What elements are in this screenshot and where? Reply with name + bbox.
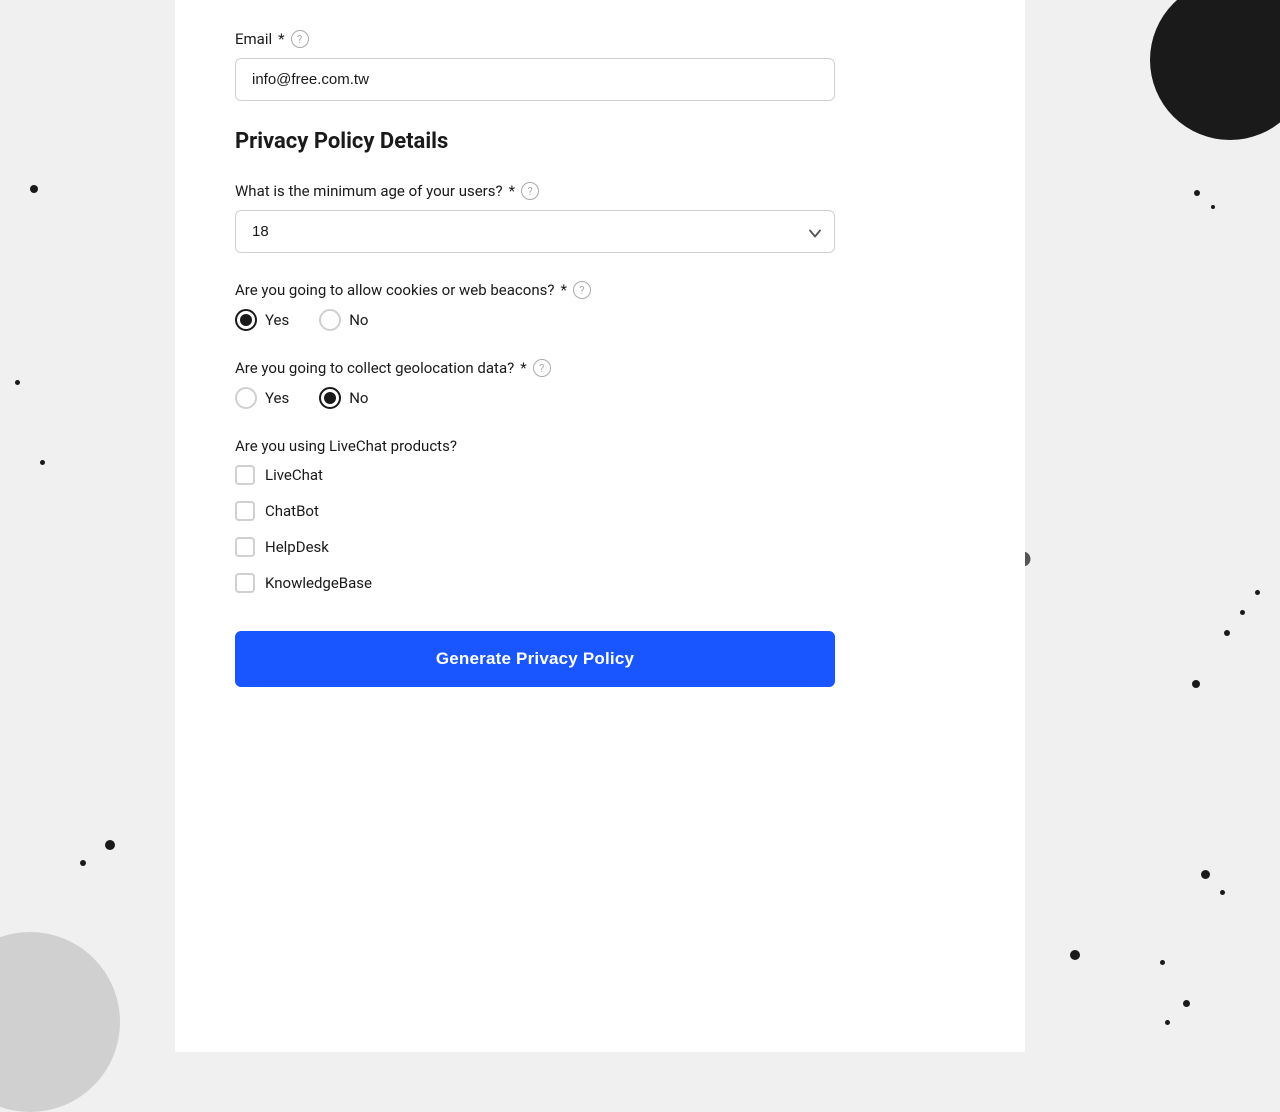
geolocation-no-label: No [349, 389, 368, 407]
livechat-knowledgebase-label: KnowledgeBase [265, 574, 372, 592]
geolocation-label: Are you going to collect geolocation dat… [235, 359, 835, 377]
privacy-policy-section-title: Privacy Policy Details [235, 129, 835, 154]
email-label-text: Email [235, 30, 272, 48]
livechat-checkbox-group: LiveChat ChatBot HelpDesk KnowledgeBase [235, 465, 835, 593]
minimum-age-help-icon[interactable]: ? [521, 182, 539, 200]
cookies-required: * [560, 281, 566, 299]
minimum-age-label-text: What is the minimum age of your users? [235, 182, 503, 200]
minimum-age-select-wrapper: 13 16 18 21 [235, 210, 835, 253]
livechat-livechat-option[interactable]: LiveChat [235, 465, 835, 485]
main-content: Email * ? Privacy Policy Details What is… [175, 0, 1025, 1052]
livechat-helpdesk-checkbox[interactable] [235, 537, 255, 557]
cookies-yes-option[interactable]: Yes [235, 309, 289, 331]
livechat-livechat-label: LiveChat [265, 466, 323, 484]
livechat-chatbot-label: ChatBot [265, 502, 319, 520]
minimum-age-field-group: What is the minimum age of your users? *… [235, 182, 835, 253]
livechat-helpdesk-label: HelpDesk [265, 538, 329, 556]
minimum-age-required: * [509, 182, 515, 200]
cookies-no-option[interactable]: No [319, 309, 368, 331]
geolocation-yes-label: Yes [265, 389, 289, 407]
livechat-chatbot-option[interactable]: ChatBot [235, 501, 835, 521]
cookies-field-group: Are you going to allow cookies or web be… [235, 281, 835, 331]
cookies-label-text: Are you going to allow cookies or web be… [235, 281, 554, 299]
cookies-no-radio[interactable] [319, 309, 341, 331]
geolocation-no-option[interactable]: No [319, 387, 368, 409]
geolocation-help-icon[interactable]: ? [533, 359, 551, 377]
livechat-field-group: Are you using LiveChat products? LiveCha… [235, 437, 835, 593]
cookies-label: Are you going to allow cookies or web be… [235, 281, 835, 299]
minimum-age-label: What is the minimum age of your users? *… [235, 182, 835, 200]
email-input[interactable] [235, 58, 835, 101]
cookies-yes-label: Yes [265, 311, 289, 329]
geolocation-label-text: Are you going to collect geolocation dat… [235, 359, 514, 377]
livechat-label: Are you using LiveChat products? [235, 437, 835, 455]
livechat-chatbot-checkbox[interactable] [235, 501, 255, 521]
email-help-icon[interactable]: ? [291, 30, 309, 48]
livechat-knowledgebase-option[interactable]: KnowledgeBase [235, 573, 835, 593]
cookies-help-icon[interactable]: ? [573, 281, 591, 299]
geolocation-no-radio[interactable] [319, 387, 341, 409]
livechat-livechat-checkbox[interactable] [235, 465, 255, 485]
geolocation-yes-radio[interactable] [235, 387, 257, 409]
livechat-knowledgebase-checkbox[interactable] [235, 573, 255, 593]
geolocation-yes-option[interactable]: Yes [235, 387, 289, 409]
livechat-helpdesk-option[interactable]: HelpDesk [235, 537, 835, 557]
cookies-yes-radio[interactable] [235, 309, 257, 331]
geolocation-field-group: Are you going to collect geolocation dat… [235, 359, 835, 409]
cookies-no-label: No [349, 311, 368, 329]
minimum-age-select[interactable]: 13 16 18 21 [235, 210, 835, 253]
cookies-radio-group: Yes No [235, 309, 835, 331]
email-required: * [278, 30, 284, 48]
generate-privacy-policy-button[interactable]: Generate Privacy Policy [235, 631, 835, 687]
email-label: Email * ? [235, 30, 835, 48]
geolocation-radio-group: Yes No [235, 387, 835, 409]
geolocation-required: * [520, 359, 526, 377]
livechat-label-text: Are you using LiveChat products? [235, 437, 457, 455]
email-field-group: Email * ? [235, 30, 835, 101]
